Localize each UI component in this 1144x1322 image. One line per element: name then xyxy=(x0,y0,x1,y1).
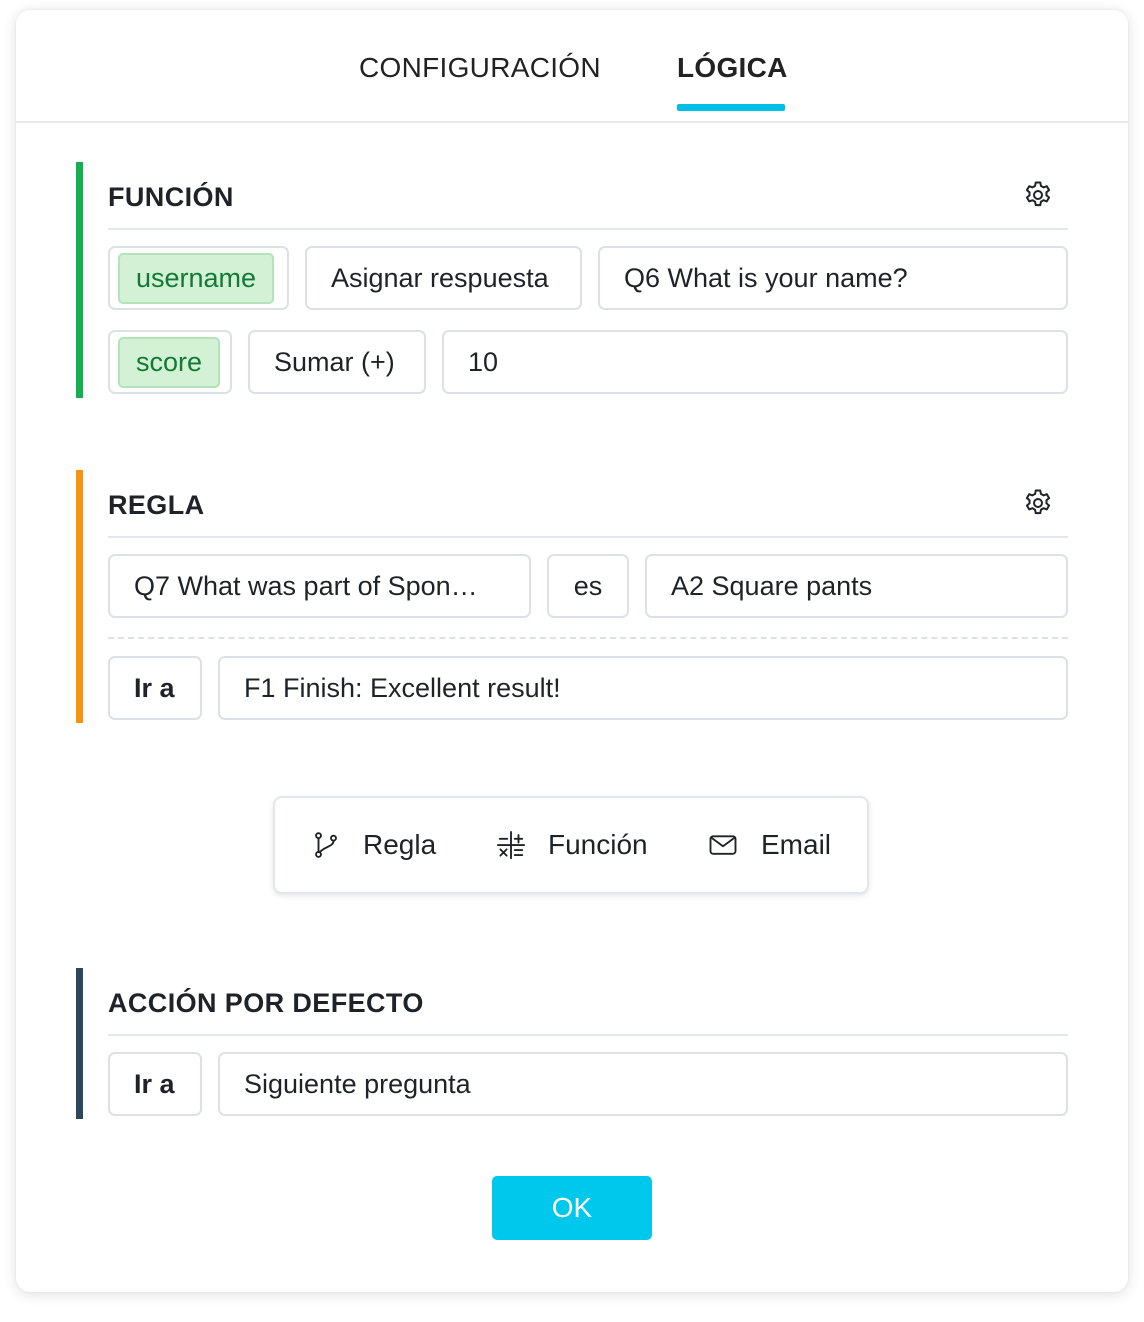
default-action-section-header: ACCIÓN POR DEFECTO xyxy=(108,968,1068,1036)
goto-label: Ir a xyxy=(108,656,202,720)
tab-configuracion[interactable]: CONFIGURACIÓN xyxy=(359,52,601,84)
tab-bar: CONFIGURACIÓN LÓGICA xyxy=(16,10,1128,123)
rule-section-header: REGLA xyxy=(108,470,1068,538)
value-input[interactable]: 10 xyxy=(442,330,1068,394)
variable-select[interactable]: score xyxy=(108,330,232,394)
rule-section-bar xyxy=(76,470,83,723)
function-section: FUNCIÓN username Asignar respuesta Q6 Wh… xyxy=(76,162,1068,398)
logic-dialog: CONFIGURACIÓN LÓGICA FUNCIÓN username As… xyxy=(16,10,1128,1292)
envelope-icon xyxy=(709,835,737,855)
operator-select[interactable]: es xyxy=(547,554,629,618)
add-email-button[interactable]: Email xyxy=(707,798,831,892)
variable-select[interactable]: username xyxy=(108,246,289,310)
variable-chip: score xyxy=(118,336,221,388)
calculator-icon xyxy=(496,830,526,860)
question-select[interactable]: Q7 What was part of Spon… xyxy=(108,554,531,618)
rule-divider xyxy=(108,637,1068,639)
add-function-label: Función xyxy=(548,829,648,860)
default-action-section-title: ACCIÓN POR DEFECTO xyxy=(108,988,424,1018)
add-function-button[interactable]: Función xyxy=(496,798,648,892)
active-tab-indicator xyxy=(677,104,785,111)
add-logic-toolbar: Regla Función Email xyxy=(273,796,869,894)
answer-select[interactable]: A2 Square pants xyxy=(645,554,1068,618)
default-action-section: ACCIÓN POR DEFECTO Ir a Siguiente pregun… xyxy=(76,968,1068,1119)
operation-select[interactable]: Asignar respuesta xyxy=(305,246,582,310)
ok-button[interactable]: OK xyxy=(492,1176,652,1240)
goto-label: Ir a xyxy=(108,1052,202,1116)
function-section-bar xyxy=(76,162,83,398)
operation-select[interactable]: Sumar (+) xyxy=(248,330,426,394)
rule-section-title: REGLA xyxy=(108,490,205,520)
add-rule-label: Regla xyxy=(363,829,437,860)
value-select[interactable]: Q6 What is your name? xyxy=(598,246,1068,310)
function-section-header: FUNCIÓN xyxy=(108,162,1068,230)
add-rule-button[interactable]: Regla xyxy=(311,798,436,892)
branch-icon xyxy=(315,832,337,858)
rule-section: REGLA Q7 What was part of Spon… es A2 Sq… xyxy=(76,470,1068,723)
tab-logica[interactable]: LÓGICA xyxy=(677,52,788,84)
gear-icon[interactable] xyxy=(1022,487,1054,519)
goto-target-select[interactable]: F1 Finish: Excellent result! xyxy=(218,656,1068,720)
variable-chip: username xyxy=(118,252,275,304)
default-goto-target-select[interactable]: Siguiente pregunta xyxy=(218,1052,1068,1116)
gear-icon[interactable] xyxy=(1022,179,1054,211)
function-section-title: FUNCIÓN xyxy=(108,182,234,212)
default-action-section-bar xyxy=(76,968,83,1119)
add-email-label: Email xyxy=(761,829,832,860)
